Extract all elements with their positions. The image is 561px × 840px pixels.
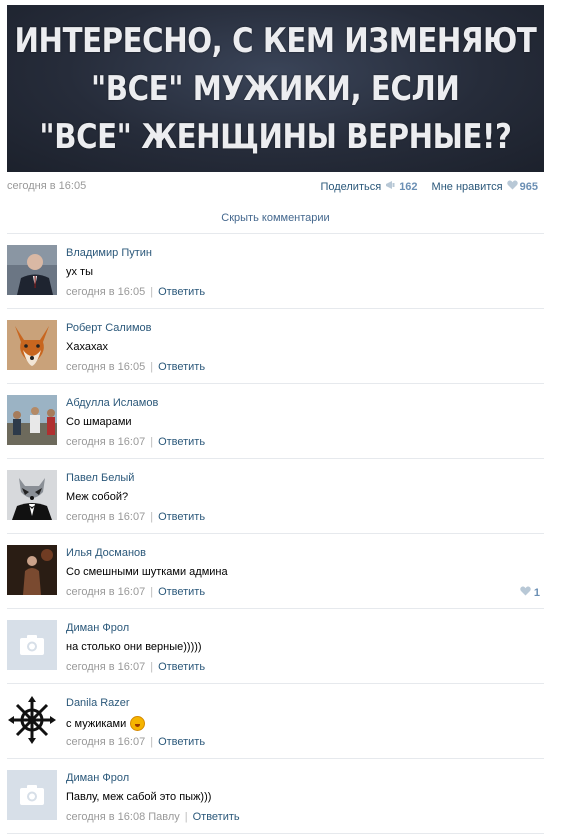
- comment-text: ух ты: [66, 266, 94, 278]
- comment-author[interactable]: Илья Досманов: [66, 547, 146, 559]
- reply-button[interactable]: Ответить: [158, 286, 205, 298]
- comment-meta: сегодня в 16:08 Павлу | Ответить: [66, 811, 240, 823]
- comment-text: Хахахах: [66, 341, 108, 353]
- comment-item: Диман Фрол Павлу, меж сабой это пыж))) с…: [7, 759, 544, 833]
- comment-item: Павел Белый Меж собой? сегодня в 16:07 | О…: [7, 459, 544, 533]
- heart-icon[interactable]: [506, 180, 518, 193]
- comment-meta: сегодня в 16:05 | Ответить: [66, 286, 206, 298]
- heart-icon: [520, 586, 531, 599]
- comment-time[interactable]: сегодня в 16:05: [66, 361, 145, 373]
- post-image[interactable]: ИНТЕРЕСНО, С КЕМ ИЗМЕНЯЮТ "ВСЕ" МУЖИКИ, …: [7, 5, 544, 172]
- comment-time[interactable]: сегодня в 16:07: [66, 511, 145, 523]
- comment-author[interactable]: Владимир Путин: [66, 247, 152, 259]
- comment-meta: сегодня в 16:07 | Ответить: [66, 736, 206, 748]
- post-image-line-1: ИНТЕРЕСНО, С КЕМ ИЗМЕНЯЮТ: [14, 20, 537, 61]
- comment-text-row: с мужиками: [66, 716, 146, 731]
- comment-meta: сегодня в 16:07 | Ответить: [66, 436, 206, 448]
- reply-button[interactable]: Ответить: [158, 661, 205, 673]
- comment-like-count: 1: [533, 586, 540, 599]
- reply-button[interactable]: Ответить: [193, 811, 240, 823]
- comment-meta: сегодня в 16:07 | Ответить: [66, 661, 206, 673]
- reply-to-user[interactable]: Павлу: [148, 811, 180, 823]
- comment-text: с мужиками: [66, 717, 127, 730]
- reply-button[interactable]: Ответить: [158, 511, 205, 523]
- reply-button[interactable]: Ответить: [158, 736, 205, 748]
- comment-time[interactable]: сегодня в 16:08: [66, 811, 145, 823]
- comment-author[interactable]: Диман Фрол: [66, 772, 129, 784]
- camera-placeholder-icon[interactable]: [7, 770, 57, 820]
- comment-item: Danila Razer с мужиками сегодня в 16:07 |…: [7, 684, 544, 758]
- comment-text: Со шмарами: [66, 416, 132, 428]
- comment-text: на столько они верные))))): [66, 641, 202, 653]
- raccoon-suit-avatar[interactable]: [7, 470, 57, 520]
- post-image-line-3: "ВСЕ" ЖЕНЩИНЫ ВЕРНЫЕ!?: [39, 116, 512, 157]
- post-meta: сегодня в 16:05 Поделиться 162 Мне нрави…: [7, 180, 538, 194]
- comment-item: Илья Досманов Со смешными шутками админа…: [7, 534, 544, 608]
- comment-item: Роберт Салимов Хахахах сегодня в 16:05 | О…: [7, 309, 544, 383]
- reply-button[interactable]: Ответить: [158, 436, 205, 448]
- post-actions: Поделиться 162 Мне нравится 965: [320, 180, 538, 193]
- comment-author[interactable]: Роберт Салимов: [66, 322, 152, 334]
- comment-text: Меж собой?: [66, 491, 129, 503]
- comment-text: Павлу, меж сабой это пыж))): [66, 791, 212, 803]
- comment-meta: сегодня в 16:07 | Ответить: [66, 511, 206, 523]
- share-button[interactable]: Поделиться: [320, 181, 381, 193]
- comment-like-button[interactable]: 1: [520, 586, 540, 599]
- comment-author[interactable]: Абдулла Исламов: [66, 397, 158, 409]
- like-button[interactable]: Мне нравится: [432, 181, 503, 193]
- share-count[interactable]: 162: [399, 181, 417, 193]
- camera-placeholder-icon[interactable]: [7, 620, 57, 670]
- comment-time[interactable]: сегодня в 16:05: [66, 286, 145, 298]
- comment-author[interactable]: Павел Белый: [66, 472, 134, 484]
- reply-button[interactable]: Ответить: [158, 586, 205, 598]
- chaos-star-avatar[interactable]: [7, 695, 57, 745]
- comment-item: Владимир Путин ух ты сегодня в 16:05 | Отв…: [7, 234, 544, 308]
- megaphone-icon[interactable]: [385, 180, 397, 193]
- comment-item: Абдулла Исламов Со шмарами сегодня в 16:…: [7, 384, 544, 458]
- comment-meta: сегодня в 16:05 | Ответить: [66, 361, 206, 373]
- photo-avatar[interactable]: [7, 395, 57, 445]
- comment-text: Со смешными шутками админа: [66, 566, 228, 578]
- divider: [7, 833, 544, 834]
- comment-item: Диман Фрол на столько они верные))))) се…: [7, 609, 544, 683]
- comment-meta: сегодня в 16:07 | Ответить: [66, 586, 206, 598]
- comment-author[interactable]: Диман Фрол: [66, 622, 129, 634]
- hide-comments-link[interactable]: Скрыть комментарии: [7, 212, 544, 224]
- laughing-emoji-icon: [130, 716, 146, 731]
- fox-avatar[interactable]: [7, 320, 57, 370]
- post-time[interactable]: сегодня в 16:05: [7, 180, 86, 192]
- post-image-line-2: "ВСЕ" МУЖИКИ, ЕСЛИ: [91, 68, 460, 109]
- comment-time[interactable]: сегодня в 16:07: [66, 586, 145, 598]
- photo-avatar[interactable]: [7, 245, 57, 295]
- like-count[interactable]: 965: [520, 181, 538, 193]
- reply-button[interactable]: Ответить: [158, 361, 205, 373]
- comment-author[interactable]: Danila Razer: [66, 697, 130, 709]
- comment-time[interactable]: сегодня в 16:07: [66, 661, 145, 673]
- photo-avatar[interactable]: [7, 545, 57, 595]
- comment-time[interactable]: сегодня в 16:07: [66, 436, 145, 448]
- comment-time[interactable]: сегодня в 16:07: [66, 736, 145, 748]
